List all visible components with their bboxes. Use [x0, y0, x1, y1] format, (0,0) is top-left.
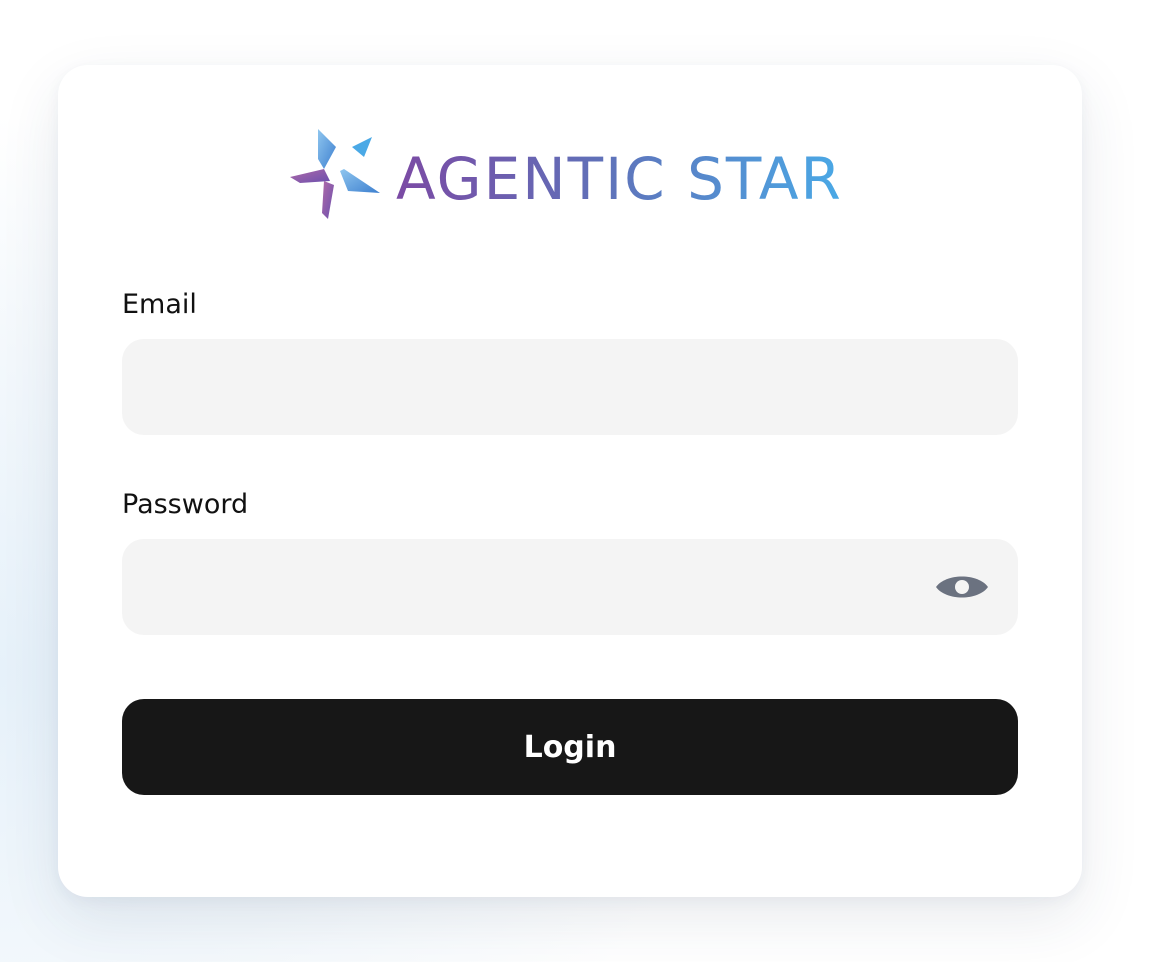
- email-input[interactable]: [122, 339, 1018, 435]
- password-input[interactable]: [122, 539, 1018, 635]
- password-label: Password: [122, 489, 249, 520]
- email-label: Email: [122, 289, 197, 320]
- brand-logo: AGENTIC STAR: [288, 125, 858, 225]
- star-mark-icon: [290, 129, 380, 219]
- eye-icon[interactable]: [934, 569, 990, 605]
- login-card: AGENTIC STAR Email Password Login: [58, 65, 1082, 897]
- login-button[interactable]: Login: [122, 699, 1018, 795]
- svg-text:AGENTIC STAR: AGENTIC STAR: [396, 145, 843, 213]
- agentic-star-logo: AGENTIC STAR: [290, 129, 843, 219]
